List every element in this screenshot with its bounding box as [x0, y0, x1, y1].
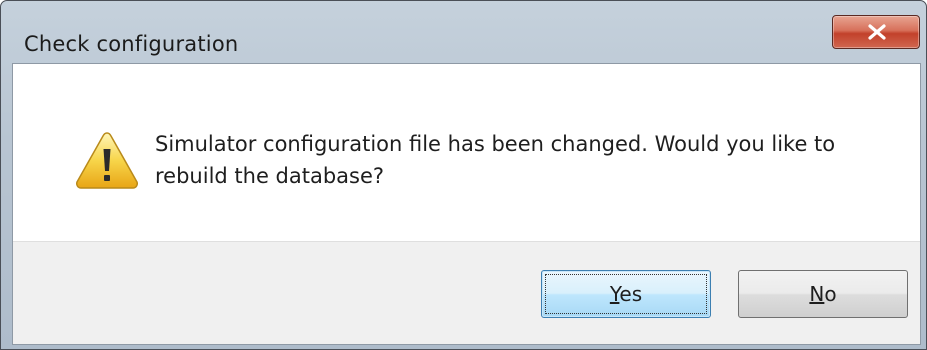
button-bar: Yes No	[13, 241, 920, 344]
close-x-icon	[868, 24, 886, 40]
close-button[interactable]	[832, 15, 920, 49]
dialog-client-area: Simulator configuration file has been ch…	[12, 63, 921, 345]
warning-icon	[76, 132, 138, 189]
yes-label-rest: es	[619, 282, 643, 306]
no-label-rest: o	[824, 282, 837, 306]
title-bar[interactable]: Check configuration	[1, 1, 926, 63]
no-button[interactable]: No	[738, 270, 908, 318]
yes-button-label: Yes	[610, 282, 642, 306]
dialog-window: Check configuration Simulator configurat…	[0, 0, 927, 350]
yes-button[interactable]: Yes	[541, 270, 711, 318]
dialog-message: Simulator configuration file has been ch…	[155, 132, 836, 188]
no-mnemonic: N	[809, 282, 825, 306]
no-button-label: No	[809, 282, 836, 306]
message-area: Simulator configuration file has been ch…	[13, 64, 920, 241]
dialog-title: Check configuration	[24, 32, 239, 56]
yes-mnemonic: Y	[609, 282, 620, 306]
